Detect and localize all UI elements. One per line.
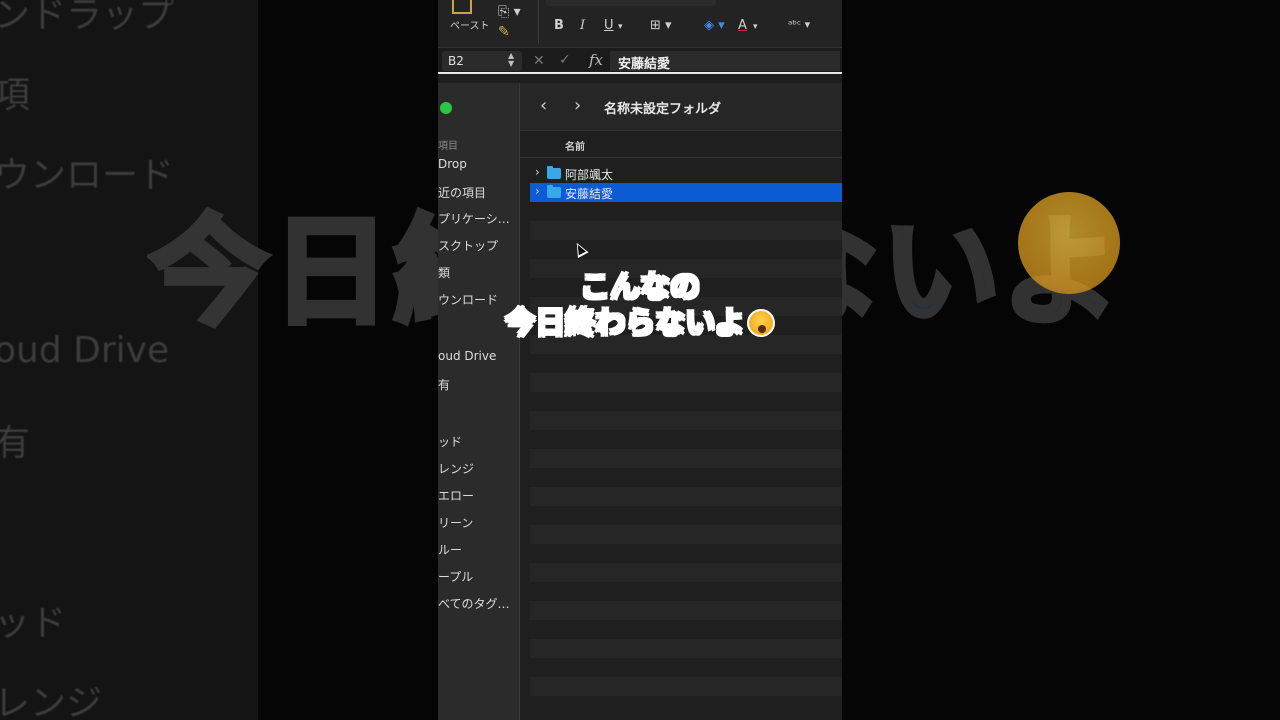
background-dark-band	[258, 0, 438, 720]
text-style-icon[interactable]: ᵃᵇᶜ ▾	[788, 18, 810, 31]
crying-face-icon	[1018, 192, 1120, 294]
bg-text: ンドラップ	[0, 0, 175, 36]
bg-text: ウンロード	[0, 155, 175, 196]
ribbon-divider	[538, 0, 539, 44]
sidebar-section-heading: 項目	[438, 141, 458, 152]
sidebar-item-desktop[interactable]: スクトップ	[438, 237, 498, 254]
disclosure-chevron-icon[interactable]: ›	[535, 165, 540, 179]
sidebar-item-downloads[interactable]: ウンロード	[438, 291, 498, 308]
background-right	[842, 0, 1280, 720]
empty-row	[530, 487, 842, 506]
empty-row	[530, 373, 842, 392]
finder-sidebar: 項目 Drop 近の項目 プリケーシ… スクトップ 類 ウンロード oud Dr…	[438, 83, 520, 720]
italic-button[interactable]: I	[580, 18, 585, 33]
window-zoom-button[interactable]	[440, 102, 452, 114]
cell-reference: B2	[448, 54, 464, 68]
phone-screen: ペースト ⎘ ▾ ✎ B I U ▾ ⊞ ▾ ◈ ▾ A ▾ ᵃᵇᶜ ▾ B2 …	[438, 0, 842, 720]
bg-text: 項	[0, 75, 31, 116]
background-left: ンドラップ 項 ウンロード oud Drive 有 ッド レンジ	[0, 0, 258, 720]
forward-icon[interactable]: ›	[574, 95, 581, 116]
list-item[interactable]: › 阿部颯太	[530, 164, 842, 183]
empty-row	[530, 601, 842, 620]
sidebar-item-tag-blue[interactable]: ルー	[438, 541, 462, 558]
sidebar-item-icloud-drive[interactable]: oud Drive	[438, 349, 496, 363]
format-painter-icon[interactable]: ✎	[498, 24, 510, 40]
file-name: 安藤結愛	[565, 187, 614, 201]
empty-row	[530, 639, 842, 658]
cancel-icon[interactable]: ✕	[533, 53, 545, 69]
paste-button-label[interactable]: ペースト	[450, 17, 490, 32]
column-header: 名前	[520, 132, 842, 158]
empty-row	[530, 411, 842, 430]
window-title: 名称未設定フォルダ	[604, 102, 722, 117]
empty-row	[530, 259, 842, 278]
sidebar-item-airdrop[interactable]: Drop	[438, 157, 467, 171]
column-header-name[interactable]: 名前	[565, 138, 585, 153]
sidebar-item-applications[interactable]: プリケーシ…	[438, 210, 510, 227]
font-color-button[interactable]: A	[738, 18, 747, 33]
empty-row	[530, 525, 842, 544]
function-icon[interactable]: fx	[589, 51, 603, 69]
folder-icon	[547, 185, 561, 198]
borders-icon[interactable]: ⊞ ▾	[650, 18, 672, 33]
chevron-down-icon[interactable]: ▾	[753, 22, 758, 32]
finder-window: 項目 Drop 近の項目 プリケーシ… スクトップ 類 ウンロード oud Dr…	[438, 83, 842, 720]
formula-bar: B2 ▲ ▼ ✕ ✓ fx 安藤結愛	[438, 48, 842, 74]
back-icon[interactable]: ‹	[540, 95, 547, 116]
sidebar-item-tag-green[interactable]: リーン	[438, 514, 473, 531]
bg-text: ッド	[0, 603, 67, 644]
disclosure-chevron-icon[interactable]: ›	[535, 184, 540, 198]
name-box-stepper-icon[interactable]: ▲ ▼	[508, 52, 514, 68]
finder-main: ‹ › 名称未設定フォルダ 名前 › 阿部颯太 › 安藤結愛	[520, 83, 842, 720]
sidebar-item-tag-purple[interactable]: ープル	[438, 568, 473, 585]
sidebar-item-shared[interactable]: 有	[438, 376, 450, 393]
file-name: 阿部颯太	[565, 168, 614, 182]
formula-input[interactable]: 安藤結愛	[610, 51, 840, 72]
bg-text: oud Drive	[0, 330, 170, 371]
empty-row	[530, 221, 842, 240]
empty-row	[530, 297, 842, 316]
excel-ribbon: ペースト ⎘ ▾ ✎ B I U ▾ ⊞ ▾ ◈ ▾ A ▾ ᵃᵇᶜ ▾	[438, 0, 842, 48]
empty-row	[530, 449, 842, 468]
sidebar-item-all-tags[interactable]: べてのタグ…	[438, 595, 510, 612]
sidebar-item-documents[interactable]: 類	[438, 264, 450, 281]
empty-row	[530, 335, 842, 354]
empty-row	[530, 563, 842, 582]
chevron-down-icon[interactable]: ▾	[618, 22, 623, 32]
finder-toolbar: ‹ › 名称未設定フォルダ	[520, 83, 842, 131]
sidebar-item-tag-red[interactable]: ッド	[438, 433, 462, 450]
underline-button[interactable]: U	[604, 18, 614, 33]
confirm-icon[interactable]: ✓	[559, 52, 571, 68]
copy-icon[interactable]: ⎘ ▾	[498, 4, 521, 20]
bold-button[interactable]: B	[554, 18, 564, 33]
fill-color-icon[interactable]: ◈ ▾	[704, 18, 725, 33]
list-item-selected[interactable]: › 安藤結愛	[530, 183, 842, 202]
clipboard-icon[interactable]	[452, 0, 472, 14]
sidebar-item-tag-yellow[interactable]: エロー	[438, 487, 474, 504]
sidebar-item-tag-orange[interactable]: レンジ	[438, 460, 474, 477]
bg-text: 有	[0, 423, 31, 464]
bg-text: レンジ	[0, 683, 103, 720]
empty-row	[530, 677, 842, 696]
font-selector[interactable]	[546, 0, 716, 6]
sidebar-item-recents[interactable]: 近の項目	[438, 184, 486, 201]
folder-icon	[547, 166, 561, 179]
